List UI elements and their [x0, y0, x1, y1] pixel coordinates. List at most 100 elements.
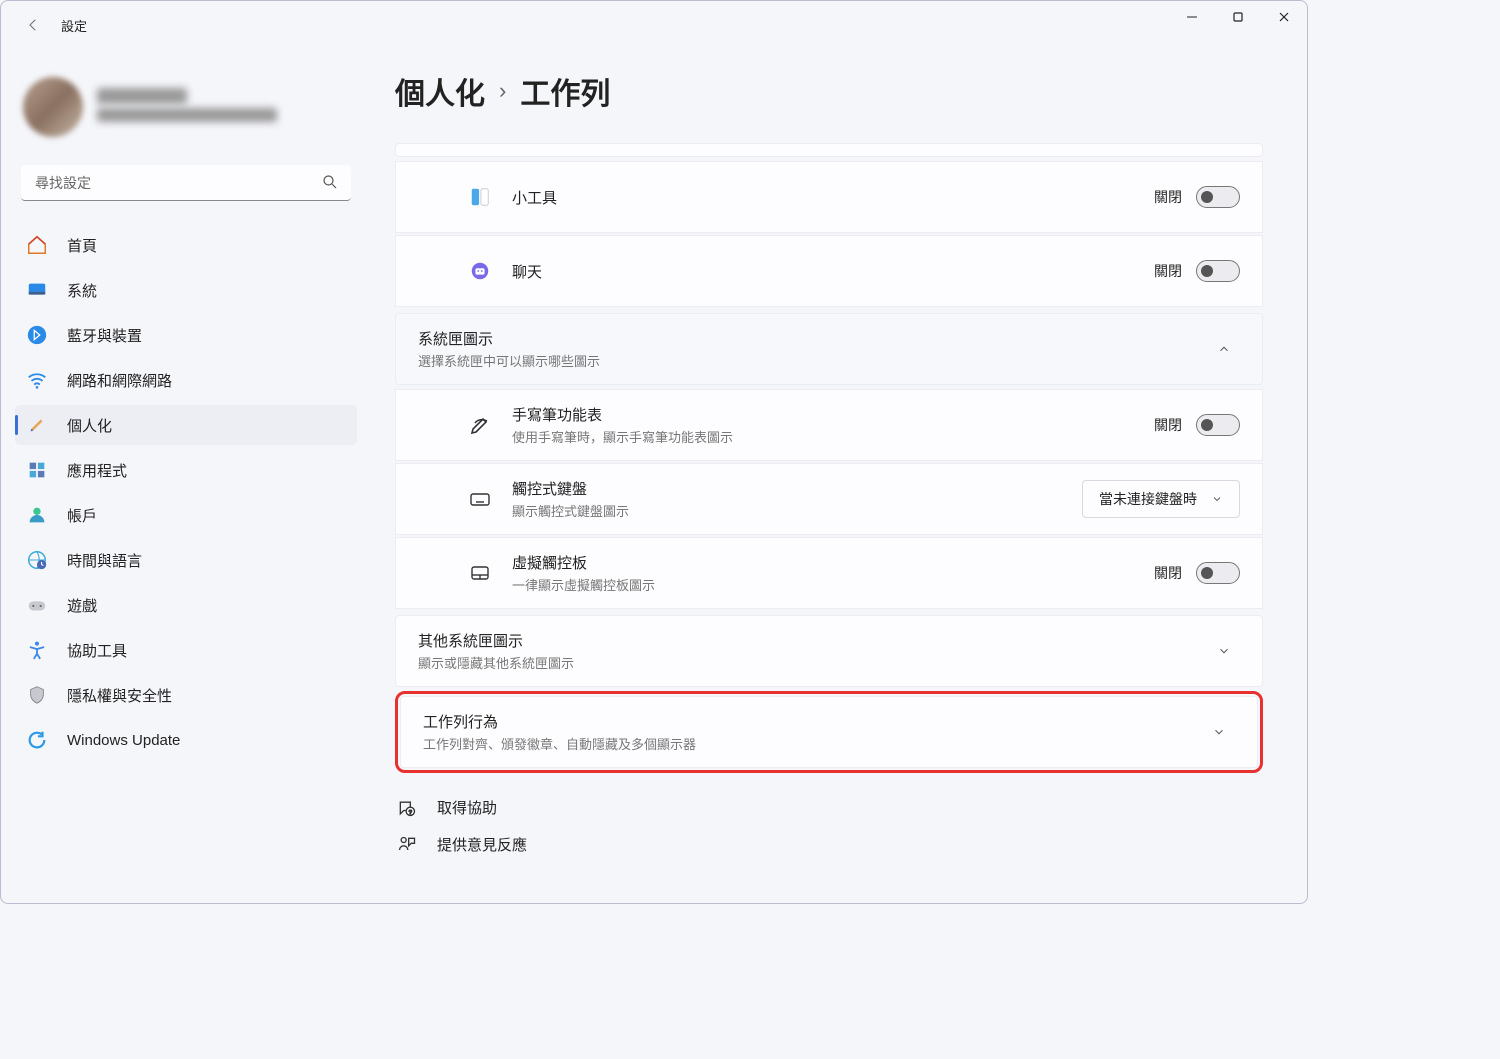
content: 個人化 › 工作列 小工具 關閉 聊天 關閉 系統匣圖示 選擇系統匣中可以顯 [371, 49, 1307, 903]
titlebar: 設定 [1, 1, 1307, 49]
search-input[interactable] [21, 165, 351, 201]
avatar [23, 77, 83, 137]
nav-accounts[interactable]: 帳戶 [15, 495, 357, 535]
close-button[interactable] [1261, 1, 1307, 33]
nav-label: 個人化 [67, 415, 112, 436]
search-icon [321, 173, 339, 191]
nav-system[interactable]: 系統 [15, 270, 357, 310]
nav-privacy[interactable]: 隱私權與安全性 [15, 675, 357, 715]
breadcrumb: 個人化 › 工作列 [395, 69, 1263, 113]
footer-links: ? 取得協助 提供意見反應 [395, 797, 1263, 891]
toggle-state: 關閉 [1154, 187, 1182, 207]
shield-icon [25, 683, 49, 707]
system-icon [25, 278, 49, 302]
accessibility-icon [25, 638, 49, 662]
pen-icon [466, 411, 494, 439]
nav-home[interactable]: 首頁 [15, 225, 357, 265]
section-sub: 選擇系統匣中可以顯示哪些圖示 [418, 351, 1208, 370]
nav-label: 時間與語言 [67, 550, 142, 571]
search-box[interactable] [21, 165, 351, 201]
profile-block[interactable] [15, 49, 357, 165]
section-title: 工作列行為 [423, 711, 1203, 732]
chevron-right-icon: › [499, 78, 506, 104]
toggle-state: 關閉 [1154, 261, 1182, 281]
nav-gaming[interactable]: 遊戲 [15, 585, 357, 625]
nav-label: 協助工具 [67, 640, 127, 661]
toggle-state: 關閉 [1154, 563, 1182, 583]
section-sub: 顯示或隱藏其他系統匣圖示 [418, 653, 1208, 672]
maximize-button[interactable] [1215, 1, 1261, 33]
section-tray-icons[interactable]: 系統匣圖示 選擇系統匣中可以顯示哪些圖示 [395, 313, 1263, 385]
nav-apps[interactable]: 應用程式 [15, 450, 357, 490]
section-title: 系統匣圖示 [418, 328, 1208, 349]
nav-label: 應用程式 [67, 460, 127, 481]
row-touch-keyboard[interactable]: 觸控式鍵盤 顯示觸控式鍵盤圖示 當未連接鍵盤時 [395, 463, 1263, 535]
link-label: 提供意見反應 [437, 834, 527, 855]
keyboard-icon [466, 485, 494, 513]
section-taskbar-behavior[interactable]: 工作列行為 工作列對齊、頒發徽章、自動隱藏及多個顯示器 [400, 696, 1258, 768]
home-icon [25, 233, 49, 257]
pen-toggle[interactable] [1196, 414, 1240, 436]
nav-personalization[interactable]: 個人化 [15, 405, 357, 445]
nav-label: Windows Update [67, 732, 180, 749]
nav-label: 藍牙與裝置 [67, 325, 142, 346]
row-title: 觸控式鍵盤 [512, 478, 1064, 499]
row-title: 手寫筆功能表 [512, 404, 1136, 425]
touchpad-toggle[interactable] [1196, 562, 1240, 584]
widgets-icon [466, 183, 494, 211]
chat-icon [466, 257, 494, 285]
nav-label: 隱私權與安全性 [67, 685, 172, 706]
section-other-tray[interactable]: 其他系統匣圖示 顯示或隱藏其他系統匣圖示 [395, 615, 1263, 687]
nav-windows-update[interactable]: Windows Update [15, 720, 357, 760]
feedback-icon [395, 835, 419, 855]
get-help-link[interactable]: ? 取得協助 [395, 797, 1263, 818]
chevron-down-icon [1203, 716, 1235, 748]
nav-label: 網路和網際網路 [67, 370, 172, 391]
nav-accessibility[interactable]: 協助工具 [15, 630, 357, 670]
gamepad-icon [25, 593, 49, 617]
chat-toggle[interactable] [1196, 260, 1240, 282]
nav-time-language[interactable]: 時間與語言 [15, 540, 357, 580]
sidebar: 首頁 系統 藍牙與裝置 網路和網際網路 個人化 應用程式 [1, 49, 371, 903]
nav-network[interactable]: 網路和網際網路 [15, 360, 357, 400]
person-icon [25, 503, 49, 527]
link-label: 取得協助 [437, 797, 497, 818]
brush-icon [25, 413, 49, 437]
breadcrumb-parent[interactable]: 個人化 [395, 69, 485, 113]
section-sub: 工作列對齊、頒發徽章、自動隱藏及多個顯示器 [423, 734, 1203, 753]
dropdown-value: 當未連接鍵盤時 [1099, 489, 1197, 509]
row-title: 小工具 [512, 187, 1136, 208]
row-title: 聊天 [512, 261, 1136, 282]
row-sub: 顯示觸控式鍵盤圖示 [512, 501, 1064, 520]
row-sub: 使用手寫筆時，顯示手寫筆功能表圖示 [512, 427, 1136, 446]
nav-bluetooth[interactable]: 藍牙與裝置 [15, 315, 357, 355]
section-title: 其他系統匣圖示 [418, 630, 1208, 651]
help-icon: ? [395, 798, 419, 818]
row-widgets[interactable]: 小工具 關閉 [395, 161, 1263, 233]
toggle-state: 關閉 [1154, 415, 1182, 435]
apps-icon [25, 458, 49, 482]
window-controls [1169, 1, 1307, 33]
profile-name [97, 88, 187, 104]
row-sub: 一律顯示虛擬觸控板圖示 [512, 575, 1136, 594]
widgets-toggle[interactable] [1196, 186, 1240, 208]
nav-label: 帳戶 [67, 505, 97, 526]
touchpad-icon [466, 559, 494, 587]
row-pen-menu[interactable]: 手寫筆功能表 使用手寫筆時，顯示手寫筆功能表圖示 關閉 [395, 389, 1263, 461]
back-button[interactable] [13, 5, 53, 45]
touch-keyboard-dropdown[interactable]: 當未連接鍵盤時 [1082, 480, 1240, 518]
chevron-down-icon [1211, 493, 1223, 505]
row-chat[interactable]: 聊天 關閉 [395, 235, 1263, 307]
globe-clock-icon [25, 548, 49, 572]
nav-label: 系統 [67, 280, 97, 301]
profile-email [97, 108, 277, 122]
update-icon [25, 728, 49, 752]
row-virtual-touchpad[interactable]: 虛擬觸控板 一律顯示虛擬觸控板圖示 關閉 [395, 537, 1263, 609]
chevron-up-icon [1208, 333, 1240, 365]
highlight-taskbar-behavior: 工作列行為 工作列對齊、頒發徽章、自動隱藏及多個顯示器 [395, 691, 1263, 773]
feedback-link[interactable]: 提供意見反應 [395, 834, 1263, 855]
bluetooth-icon [25, 323, 49, 347]
minimize-button[interactable] [1169, 1, 1215, 33]
card-stub-top [395, 143, 1263, 157]
nav-list: 首頁 系統 藍牙與裝置 網路和網際網路 個人化 應用程式 [15, 225, 357, 760]
